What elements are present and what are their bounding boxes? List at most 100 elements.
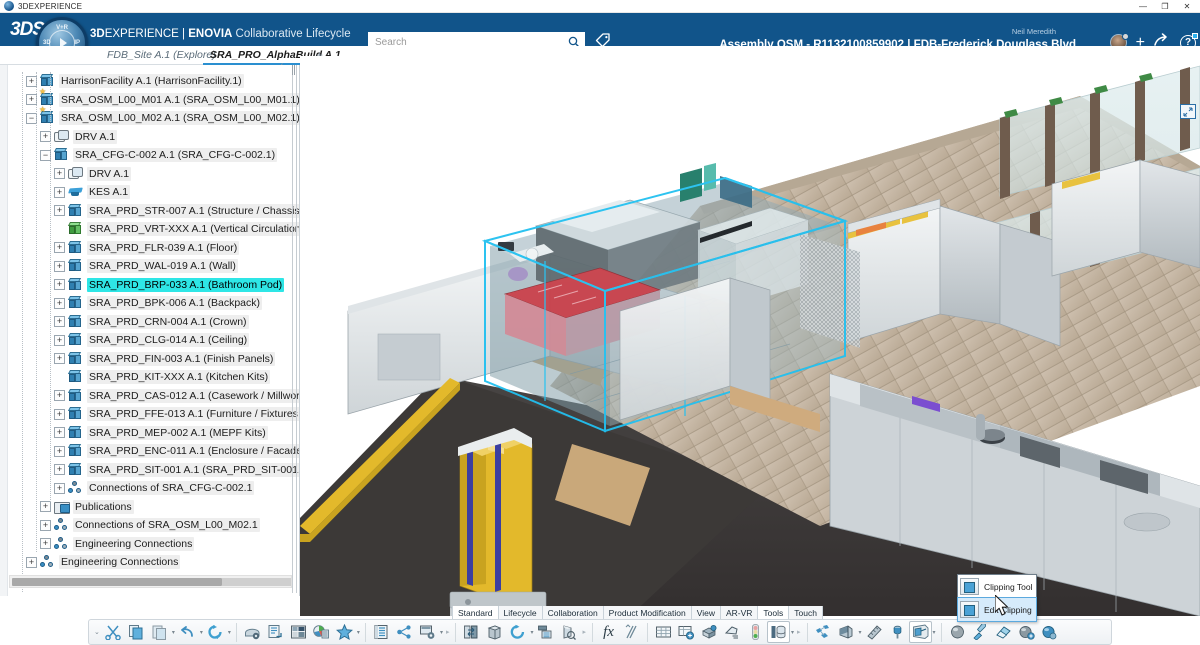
tree-node[interactable]: +Connections of SRA_OSM_L00_M02.1 [0, 516, 300, 535]
scatter-icon[interactable] [812, 621, 835, 643]
tree-expander-toggle[interactable]: + [54, 353, 65, 364]
table-insert-icon[interactable] [675, 621, 698, 643]
tree-node[interactable]: +SRA_PRD_ENC-011 A.1 (Enclosure / Facade… [0, 442, 300, 461]
action-bar-tab[interactable]: Touch [789, 606, 823, 619]
window-close-button[interactable]: ✕ [1176, 0, 1198, 13]
scrollbar-thumb[interactable] [12, 578, 222, 586]
tree-node[interactable]: +SRA_PRD_SIT-001 A.1 (SRA_PRD_SIT-001.1) [0, 461, 300, 480]
update-icon[interactable] [204, 621, 227, 643]
tree-node[interactable]: +Publications [0, 498, 300, 517]
clipping-dropdown-caret-icon[interactable]: ▾ [933, 629, 936, 636]
paint-bucket-icon[interactable] [886, 621, 909, 643]
section-icon[interactable] [835, 621, 858, 643]
tree-node[interactable]: +DRV A.1 [0, 165, 300, 184]
tree-node[interactable]: +SRA_PRD_WAL-019 A.1 (Wall) [0, 257, 300, 276]
table-icon[interactable] [652, 621, 675, 643]
tree-expander-toggle[interactable]: + [54, 316, 65, 327]
refresh-icon[interactable] [506, 621, 529, 643]
undo-dropdown-caret-icon[interactable]: ▾ [200, 629, 203, 636]
tree-splitter-grip[interactable] [292, 65, 295, 75]
compare-icon[interactable] [460, 621, 483, 643]
action-bar-tab[interactable]: Lifecycle [499, 606, 543, 619]
window-minimize-button[interactable]: — [1132, 0, 1154, 13]
tree-expander-toggle[interactable]: + [26, 557, 37, 568]
tree-vertical-splitter[interactable] [292, 65, 297, 593]
cut-icon[interactable] [102, 621, 125, 643]
toolbar-overflow-right-icon[interactable]: ▸ [446, 628, 450, 636]
expand-viewport-icon[interactable] [1180, 104, 1196, 119]
window-maximize-button[interactable]: ❐ [1154, 0, 1176, 13]
action-bar-tab[interactable]: Product Modification [604, 606, 692, 619]
matrix-icon[interactable] [287, 621, 310, 643]
color-palette-icon[interactable] [310, 621, 333, 643]
eraser-icon[interactable] [992, 621, 1015, 643]
tree-expander-toggle[interactable]: + [54, 427, 65, 438]
assembly-icon[interactable] [698, 621, 721, 643]
magnify-sphere-icon[interactable] [1038, 621, 1061, 643]
tree-expander-toggle[interactable] [54, 372, 65, 383]
tree-node[interactable]: +KES A.1 [0, 183, 300, 202]
annotation-icon[interactable] [721, 621, 744, 643]
tree-expander-toggle[interactable]: + [54, 390, 65, 401]
tree-node[interactable]: +DRV A.1 [0, 128, 300, 147]
tree-node[interactable]: −SRA_CFG-C-002 A.1 (SRA_CFG-C-002.1) [0, 146, 300, 165]
tree-node[interactable]: +SRA_PRD_FLR-039 A.1 (Floor) [0, 239, 300, 258]
tree-expander-toggle[interactable] [54, 224, 65, 235]
tree-filter-icon[interactable] [534, 621, 557, 643]
tree-expander-toggle[interactable]: + [54, 279, 65, 290]
tree-expander-toggle[interactable]: + [40, 538, 51, 549]
tree-node[interactable]: +Engineering Connections [0, 553, 300, 572]
tree-expander-toggle[interactable]: + [54, 464, 65, 475]
tree-node[interactable]: +SRA_PRD_CRN-004 A.1 (Crown) [0, 313, 300, 332]
configure-icon[interactable] [416, 621, 439, 643]
sketch-icon[interactable] [620, 621, 643, 643]
tree-expander-toggle[interactable]: + [54, 242, 65, 253]
configure-dropdown-caret-icon[interactable]: ▾ [440, 629, 443, 636]
action-bar-tab[interactable]: Collaboration [543, 606, 604, 619]
tree-expander-toggle[interactable]: + [54, 298, 65, 309]
toolbar-collapse-caret-icon[interactable]: ⌄ [94, 628, 100, 636]
stack-icon[interactable] [483, 621, 506, 643]
update-dropdown-caret-icon[interactable]: ▾ [228, 629, 231, 636]
tree-node[interactable]: +SRA_PRD_MEP-002 A.1 (MEPF Kits) [0, 424, 300, 443]
tree-expander-toggle[interactable]: + [54, 409, 65, 420]
toolbar-overflow-right-icon[interactable]: ▸ [797, 628, 801, 636]
formula-icon[interactable]: fx [597, 621, 620, 643]
tree-expander-toggle[interactable]: + [40, 520, 51, 531]
tree-expander-toggle[interactable]: + [54, 205, 65, 216]
tree-node[interactable]: +SRA_PRD_FIN-003 A.1 (Finish Panels) [0, 350, 300, 369]
paste-dropdown-caret-icon[interactable]: ▾ [172, 629, 175, 636]
tree-expander-toggle[interactable]: + [54, 168, 65, 179]
tree-node[interactable]: SRA_PRD_VRT-XXX A.1 (Vertical Circulatio… [0, 220, 300, 239]
tree-expander-toggle[interactable]: + [54, 261, 65, 272]
favorites-dropdown-caret-icon[interactable]: ▾ [357, 629, 360, 636]
undo-icon[interactable] [176, 621, 199, 643]
tree-node[interactable]: +Engineering Connections [0, 535, 300, 554]
database-dropdown-caret-icon[interactable]: ▾ [791, 629, 794, 636]
properties-icon[interactable] [264, 621, 287, 643]
measure-beaker-icon[interactable] [557, 621, 580, 643]
tree-horizontal-scrollbar[interactable] [9, 575, 292, 588]
sphere-icon[interactable] [946, 621, 969, 643]
relations-icon[interactable] [393, 621, 416, 643]
section-dropdown-caret-icon[interactable]: ▾ [859, 629, 862, 636]
refresh-dropdown-caret-icon[interactable]: ▾ [530, 629, 533, 636]
tree-expander-toggle[interactable]: + [54, 483, 65, 494]
action-bar-tab[interactable]: Standard [452, 606, 499, 619]
action-bar-tab[interactable]: AR-VR [721, 606, 758, 619]
traffic-light-icon[interactable] [744, 621, 767, 643]
list-icon[interactable] [370, 621, 393, 643]
favorite-star-icon[interactable] [333, 621, 356, 643]
3d-viewport[interactable] [300, 56, 1200, 616]
tree-expander-toggle[interactable]: + [40, 501, 51, 512]
save-icon[interactable] [241, 621, 264, 643]
copy-icon[interactable] [125, 621, 148, 643]
tree-expander-toggle[interactable]: + [54, 187, 65, 198]
tree-node[interactable]: +SRA_PRD_CAS-012 A.1 (Casework / Millwor… [0, 387, 300, 406]
database-icon[interactable] [767, 621, 790, 643]
tree-node[interactable]: +SRA_PRD_FFE-013 A.1 (Furniture / Fixtur… [0, 405, 300, 424]
tree-node[interactable]: +SRA_PRD_BRP-033 A.1 (Bathroom Pod) [0, 276, 300, 295]
paste-icon[interactable] [148, 621, 171, 643]
eyedropper-icon[interactable] [969, 621, 992, 643]
clipping-tool-icon[interactable] [909, 621, 932, 643]
